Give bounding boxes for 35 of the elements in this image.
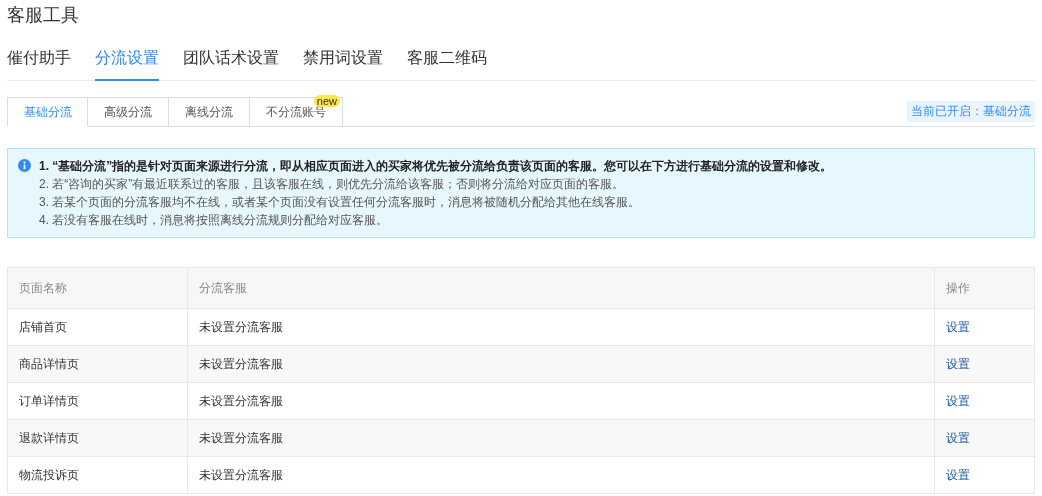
nav-tab[interactable]: 催付助手 bbox=[7, 48, 71, 81]
info-icon bbox=[18, 159, 31, 172]
column-header: 操作 bbox=[934, 267, 1035, 309]
set-link[interactable]: 设置 bbox=[946, 467, 970, 482]
sub-tab[interactable]: 离线分流 bbox=[169, 97, 250, 127]
table-cell: 订单详情页 bbox=[7, 382, 188, 420]
new-badge: new bbox=[313, 95, 340, 107]
sub-tab[interactable]: 基础分流 bbox=[7, 97, 88, 127]
nav-tab[interactable]: 团队话术设置 bbox=[183, 48, 279, 81]
column-header: 分流客服 bbox=[187, 267, 935, 309]
table-cell: 未设置分流客服 bbox=[187, 345, 935, 383]
nav-tab[interactable]: 客服二维码 bbox=[407, 48, 487, 81]
table-cell: 店铺首页 bbox=[7, 308, 188, 346]
notice-text: 1. “基础分流”指的是针对页面来源进行分流，即从相应页面进入的买家将优先被分流给负责该页面的客服。您可以在下方进行基础分流的设置和修改。 bbox=[39, 158, 833, 175]
table-cell: 未设置分流客服 bbox=[187, 419, 935, 457]
sub-tab[interactable]: 高级分流 bbox=[88, 97, 169, 127]
table-cell: 商品详情页 bbox=[7, 345, 188, 383]
set-link[interactable]: 设置 bbox=[946, 356, 970, 371]
page-title: 客服工具 bbox=[7, 4, 80, 26]
notice-text: 4. 若没有客服在线时，消息将按照离线分流规则分配给对应客服。 bbox=[39, 212, 390, 229]
table-cell: 未设置分流客服 bbox=[187, 382, 935, 420]
table-cell: 未设置分流客服 bbox=[187, 456, 935, 494]
set-link[interactable]: 设置 bbox=[946, 393, 970, 408]
notice-text: 3. 若某个页面的分流客服均不在线，或者某个页面没有设置任何分流客服时，消息将被随机分配给其他在线客服。 bbox=[39, 194, 642, 211]
column-header: 页面名称 bbox=[7, 267, 188, 309]
set-link[interactable]: 设置 bbox=[946, 430, 970, 445]
nav-tab[interactable]: 禁用词设置 bbox=[303, 48, 383, 81]
set-link[interactable]: 设置 bbox=[946, 319, 970, 334]
table-cell: 物流投诉页 bbox=[7, 456, 188, 494]
notice-text: 2. 若“咨询的买家”有最近联系过的客服，且该客服在线，则优先分流给该客服；否则将分流给对应页面的客服。 bbox=[39, 176, 626, 193]
status-tag: 当前已开启：基础分流 bbox=[907, 101, 1035, 122]
table-cell: 退款详情页 bbox=[7, 419, 188, 457]
table-cell: 未设置分流客服 bbox=[187, 308, 935, 346]
sub-tab[interactable]: 不分流账号 new bbox=[250, 97, 343, 127]
nav-tab[interactable]: 分流设置 bbox=[95, 48, 159, 81]
